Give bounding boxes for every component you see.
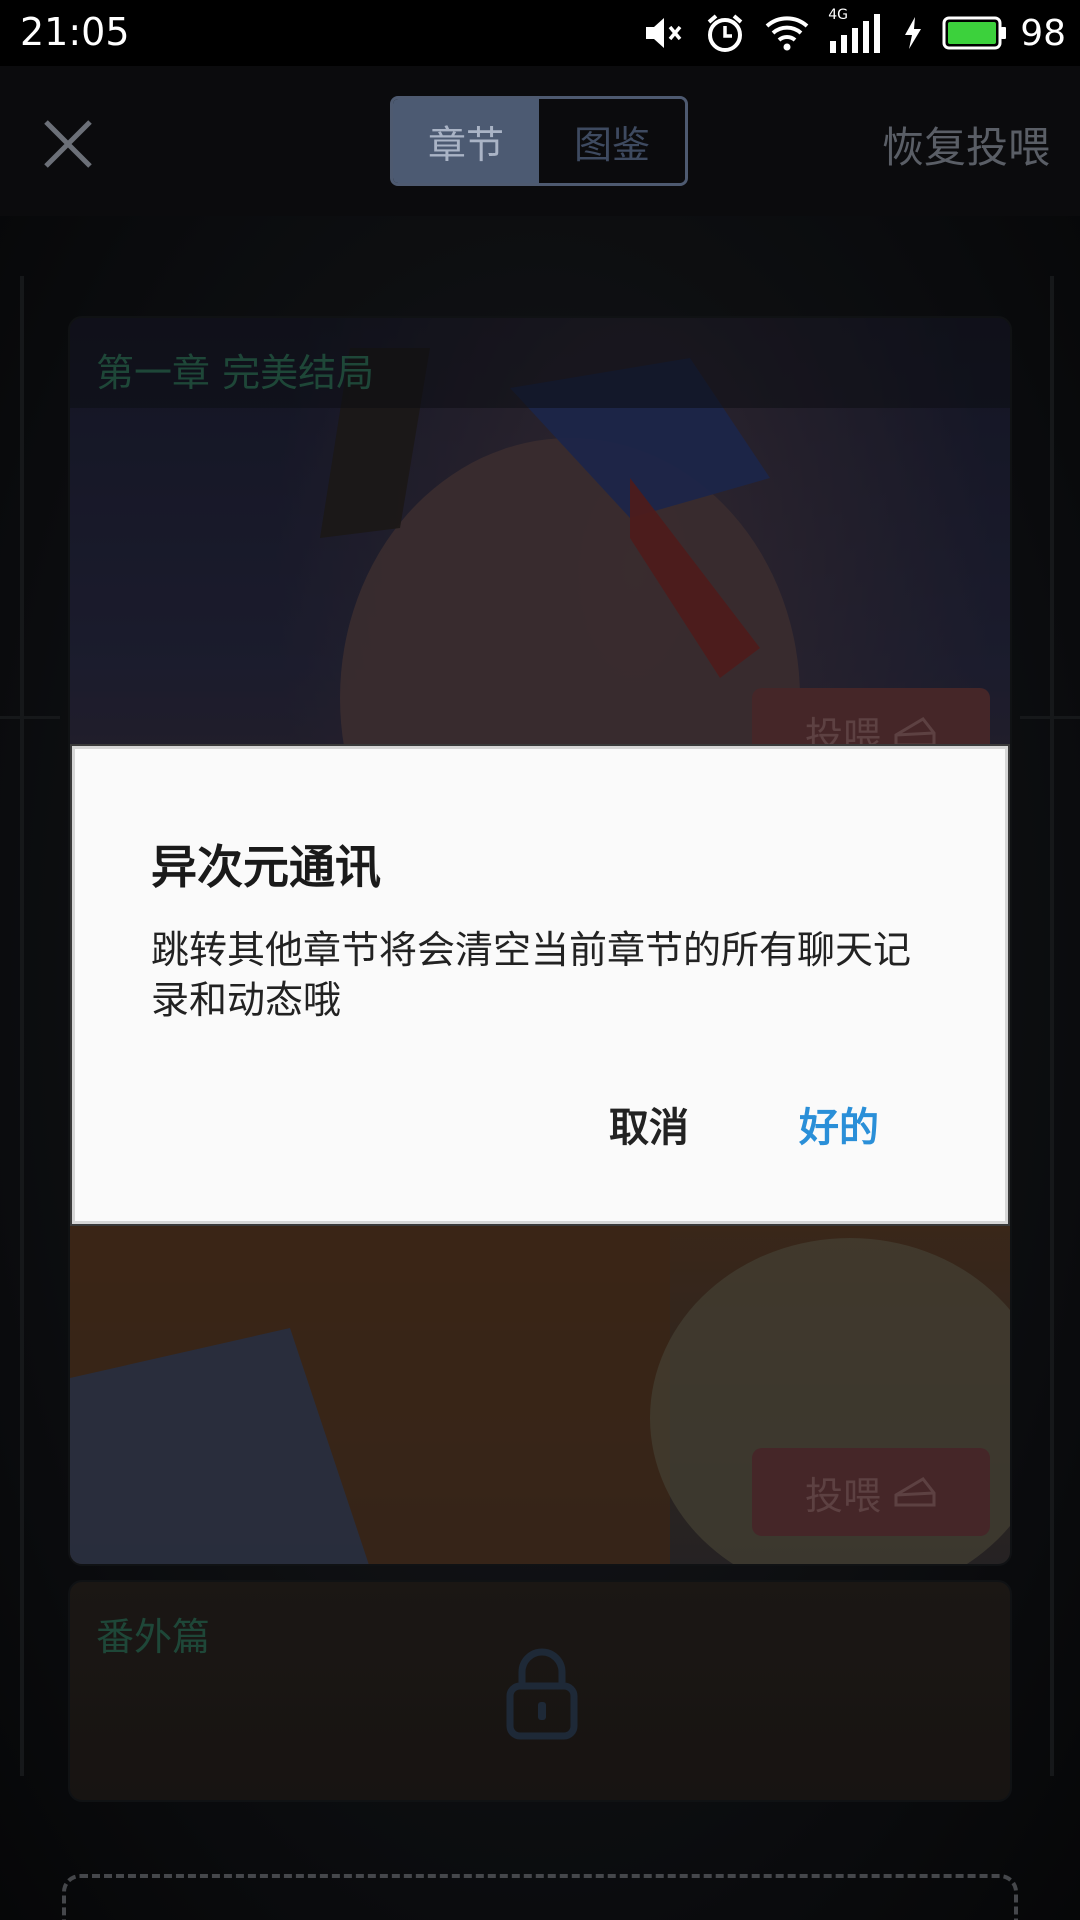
status-icons: 4G 98 (642, 7, 1066, 58)
signal-icon: 4G (828, 7, 884, 55)
close-icon (44, 120, 92, 168)
close-button[interactable] (38, 114, 98, 174)
wifi-icon (765, 16, 809, 51)
restore-feed-button[interactable]: 恢复投喂 (882, 114, 1050, 175)
network-type: 4G (828, 7, 848, 23)
dialog-title: 异次元通讯 (151, 840, 381, 894)
dialog-message: 跳转其他章节将会清空当前章节的所有聊天记录和动态哦 (151, 928, 912, 1022)
alarm-icon (707, 14, 743, 52)
ok-button[interactable]: 好的 (799, 1095, 879, 1153)
confirm-dialog: 异次元通讯 跳转其他章节将会清空当前章节的所有聊天记录和动态哦 取消 好的 (72, 746, 1008, 1224)
nav-bar: 章节 图鉴 恢复投喂 (0, 66, 1080, 216)
tab-chapters[interactable]: 章节 (393, 99, 539, 183)
battery-icon (942, 16, 1007, 50)
status-time: 21:05 (20, 10, 130, 54)
battery-percent: 98 (1020, 12, 1066, 54)
segmented-tabs: 章节 图鉴 (390, 96, 688, 186)
mute-icon (646, 18, 682, 48)
status-bar: 21:05 4G 98 (0, 0, 1080, 66)
cancel-button[interactable]: 取消 (609, 1095, 689, 1153)
charging-icon (905, 17, 922, 49)
tab-gallery[interactable]: 图鉴 (539, 99, 685, 183)
